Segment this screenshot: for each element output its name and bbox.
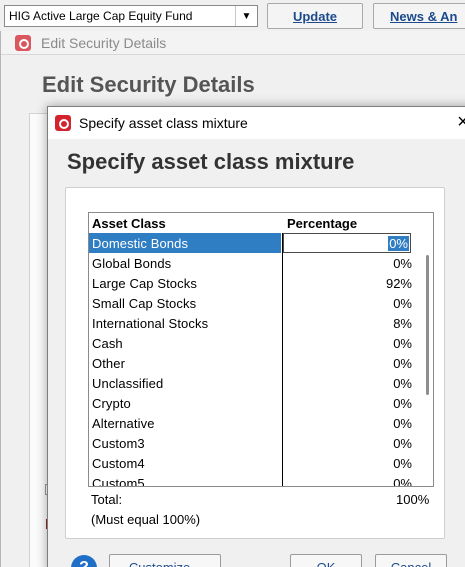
percentage-cell[interactable]: 0%: [393, 376, 412, 391]
scrollbar-thumb[interactable]: [426, 255, 429, 395]
edit-security-heading: Edit Security Details: [42, 72, 255, 97]
ok-button[interactable]: OK: [290, 554, 362, 567]
table-row[interactable]: Unclassified 0%: [89, 373, 421, 393]
asset-class-cell[interactable]: Custom5: [92, 476, 145, 486]
percentage-input-value: 0%: [388, 236, 409, 251]
fund-select[interactable]: HIG Active Large Cap Equity Fund ▼: [4, 5, 258, 27]
percentage-input[interactable]: 0%: [283, 233, 411, 253]
percentage-cell[interactable]: 0%: [393, 416, 412, 431]
percentage-cell[interactable]: 0%: [393, 296, 412, 311]
grid-scrollbar[interactable]: [421, 233, 433, 486]
dialog-titlebar: Specify asset class mixture ×: [48, 107, 465, 139]
asset-class-cell[interactable]: Domestic Bonds: [92, 236, 188, 251]
total-value: 100%: [396, 492, 430, 507]
percentage-cell[interactable]: 0%: [393, 336, 412, 351]
table-row[interactable]: Crypto 0%: [89, 393, 421, 413]
asset-class-cell[interactable]: Custom3: [92, 436, 145, 451]
close-icon[interactable]: ×: [451, 111, 465, 135]
percentage-cell[interactable]: 0%: [393, 476, 412, 486]
table-row[interactable]: Cash 0%: [89, 333, 421, 353]
table-row[interactable]: Global Bonds 0%: [89, 253, 421, 273]
table-row[interactable]: Domestic Bonds 0%: [89, 233, 421, 253]
asset-class-cell[interactable]: Other: [92, 356, 125, 371]
asset-class-cell[interactable]: Unclassified: [92, 376, 163, 391]
dialog-heading: Specify asset class mixture: [67, 149, 355, 174]
percentage-cell[interactable]: 0%: [393, 396, 412, 411]
column-header-asset-class[interactable]: Asset Class: [92, 216, 166, 231]
quicken-app-icon: [15, 35, 31, 51]
table-row[interactable]: Small Cap Stocks 0%: [89, 293, 421, 313]
asset-class-cell[interactable]: Crypto: [92, 396, 131, 411]
table-row[interactable]: Other 0%: [89, 353, 421, 373]
percentage-cell[interactable]: 0%: [393, 356, 412, 371]
news-button[interactable]: News & An: [373, 3, 465, 29]
total-note: (Must equal 100%): [91, 512, 201, 527]
asset-class-cell[interactable]: Global Bonds: [92, 256, 171, 271]
dialog-panel: Asset Class Percentage Domestic Bonds 0% G…: [65, 187, 445, 539]
column-header-percentage[interactable]: Percentage: [287, 216, 357, 231]
asset-class-cell[interactable]: Alternative: [92, 416, 155, 431]
chevron-down-icon[interactable]: ▼: [235, 6, 257, 26]
asset-mixture-dialog: Specify asset class mixture × Specify as…: [47, 106, 465, 567]
dialog-title: Specify asset class mixture: [79, 115, 248, 131]
asset-class-cell[interactable]: Custom4: [92, 456, 145, 471]
asset-class-cell[interactable]: Large Cap Stocks: [92, 276, 197, 291]
fund-select-value: HIG Active Large Cap Equity Fund: [9, 9, 193, 23]
percentage-cell[interactable]: 0%: [393, 456, 412, 471]
percentage-cell[interactable]: 0%: [393, 256, 412, 271]
quicken-app-icon: [55, 115, 71, 131]
table-row[interactable]: International Stocks 8%: [89, 313, 421, 333]
table-row[interactable]: Alternative 0%: [89, 413, 421, 433]
edit-security-titlebar: Edit Security Details: [1, 31, 465, 55]
asset-class-cell[interactable]: Cash: [92, 336, 123, 351]
app-toolbar: HIG Active Large Cap Equity Fund ▼ Updat…: [0, 0, 465, 32]
table-row[interactable]: Custom5 0%: [89, 473, 421, 486]
percentage-cell[interactable]: 0%: [393, 436, 412, 451]
grid-rows: Domestic Bonds 0% Global Bonds 0% Large Cap …: [89, 233, 433, 486]
percentage-cell[interactable]: 92%: [386, 276, 412, 291]
percentage-cell[interactable]: 8%: [393, 316, 412, 331]
grid-header: Asset Class Percentage: [89, 213, 433, 233]
asset-class-cell[interactable]: Small Cap Stocks: [92, 296, 196, 311]
asset-class-grid: Asset Class Percentage Domestic Bonds 0% G…: [88, 212, 434, 487]
table-row[interactable]: Custom4 0%: [89, 453, 421, 473]
table-row[interactable]: Large Cap Stocks 92%: [89, 273, 421, 293]
total-label: Total:: [91, 492, 123, 507]
update-button[interactable]: Update: [267, 3, 363, 29]
customize-button[interactable]: Customize...: [109, 554, 221, 567]
edit-security-window-title: Edit Security Details: [41, 35, 167, 51]
help-icon[interactable]: ?: [71, 555, 97, 567]
table-row[interactable]: Custom3 0%: [89, 433, 421, 453]
cancel-button[interactable]: Cancel: [375, 554, 447, 567]
asset-class-cell[interactable]: International Stocks: [92, 316, 208, 331]
